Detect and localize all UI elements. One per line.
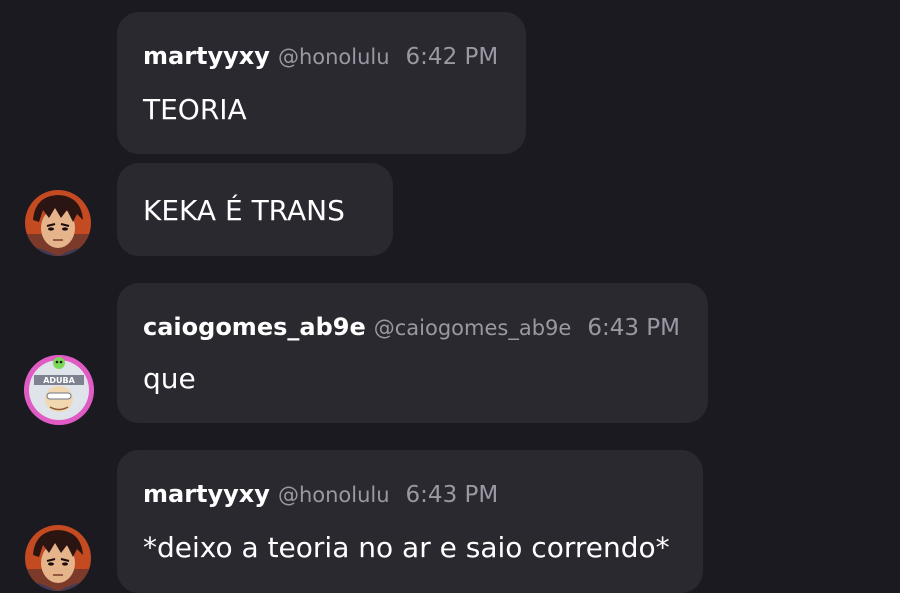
timestamp: 6:42 PM <box>405 44 499 70</box>
message-bubble[interactable]: caiogomes_ab9e @caiogomes_ab9e 6:43 PM que <box>117 283 708 423</box>
message-header: caiogomes_ab9e @caiogomes_ab9e 6:43 PM <box>143 315 680 340</box>
message-text: que <box>143 362 196 395</box>
message-header: martyyxy @honolulu 6:42 PM <box>143 44 498 69</box>
username[interactable]: caiogomes_ab9e <box>143 313 366 341</box>
chat-thread: martyyxy @honolulu 6:42 PM TEORIA KEKA É T… <box>0 0 900 593</box>
timestamp: 6:43 PM <box>587 315 680 341</box>
user-avatar[interactable] <box>25 525 91 591</box>
anime-character-avatar <box>25 525 91 591</box>
message-text: KEKA É TRANS <box>143 194 345 227</box>
message-bubble[interactable]: KEKA É TRANS <box>117 163 393 256</box>
user-handle: @caiogomes_ab9e <box>373 316 572 340</box>
message-bubble[interactable]: martyyxy @honolulu 6:43 PM *deixo a teoria… <box>117 450 703 593</box>
anime-character-avatar <box>25 190 91 256</box>
user-avatar[interactable]: ADUBA <box>24 355 94 425</box>
message-text: TEORIA <box>143 93 247 126</box>
message-header: martyyxy @honolulu 6:43 PM <box>143 482 498 507</box>
username[interactable]: martyyxy <box>143 480 270 508</box>
user-handle: @honolulu <box>277 45 390 69</box>
message-bubble[interactable]: martyyxy @honolulu 6:42 PM TEORIA <box>117 12 526 154</box>
timestamp: 6:43 PM <box>405 482 499 508</box>
user-avatar[interactable] <box>25 190 91 256</box>
username[interactable]: martyyxy <box>143 42 270 70</box>
message-text: *deixo a teoria no ar e saio correndo* <box>143 531 670 564</box>
avatar-badge-text: ADUBA <box>43 376 75 385</box>
cartoon-character-avatar: ADUBA <box>24 355 94 425</box>
user-handle: @honolulu <box>277 483 390 507</box>
